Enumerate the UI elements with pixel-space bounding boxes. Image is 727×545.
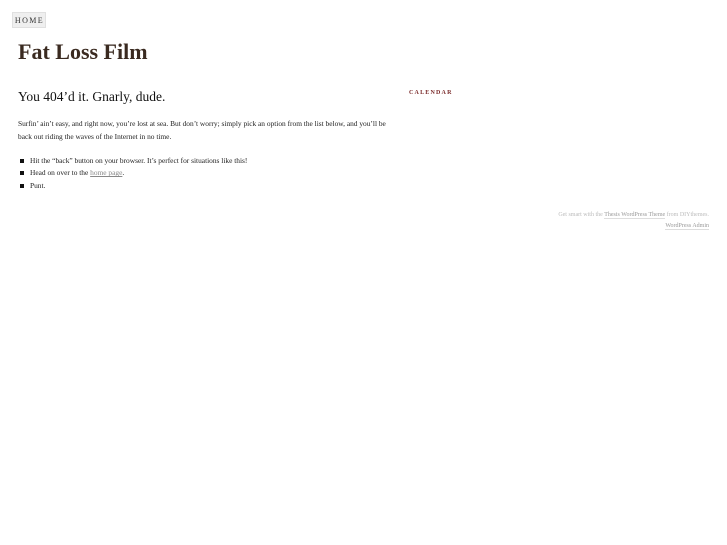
error-headline: You 404’d it. Gnarly, dude. [18, 89, 166, 104]
options-list: Hit the “back” button on your browser. I… [18, 155, 247, 192]
option-back-text: Hit the “back” button on your browser. I… [30, 156, 248, 165]
footer-admin-line: WordPress Admin [558, 221, 709, 232]
thesis-theme-link[interactable]: Thesis WordPress Theme [604, 212, 666, 219]
option-home: Head on over to the home page. [18, 167, 247, 179]
footer: Get smart with the Thesis WordPress Them… [558, 210, 709, 232]
site-title[interactable]: Fat Loss Film [18, 38, 148, 66]
option-home-prefix: Head on over to the [30, 168, 91, 178]
nav-home-tab[interactable]: HOME [12, 12, 46, 28]
error-intro: Surfin’ ain’t easy, and right now, you’r… [18, 119, 386, 141]
option-punt: Punt. [18, 180, 247, 192]
option-punt-text: Punt. [30, 180, 46, 190]
wordpress-admin-link[interactable]: WordPress Admin [665, 223, 709, 230]
option-home-suffix: . [122, 168, 125, 178]
footer-middle: from DIYthemes. [665, 212, 709, 218]
calendar-heading: CALENDAR [409, 90, 453, 96]
home-page-link[interactable]: home page [90, 168, 122, 177]
footer-prefix: Get smart with the [558, 212, 605, 218]
footer-credit-line: Get smart with the Thesis WordPress Them… [558, 210, 709, 221]
option-back: Hit the “back” button on your browser. I… [18, 155, 247, 167]
